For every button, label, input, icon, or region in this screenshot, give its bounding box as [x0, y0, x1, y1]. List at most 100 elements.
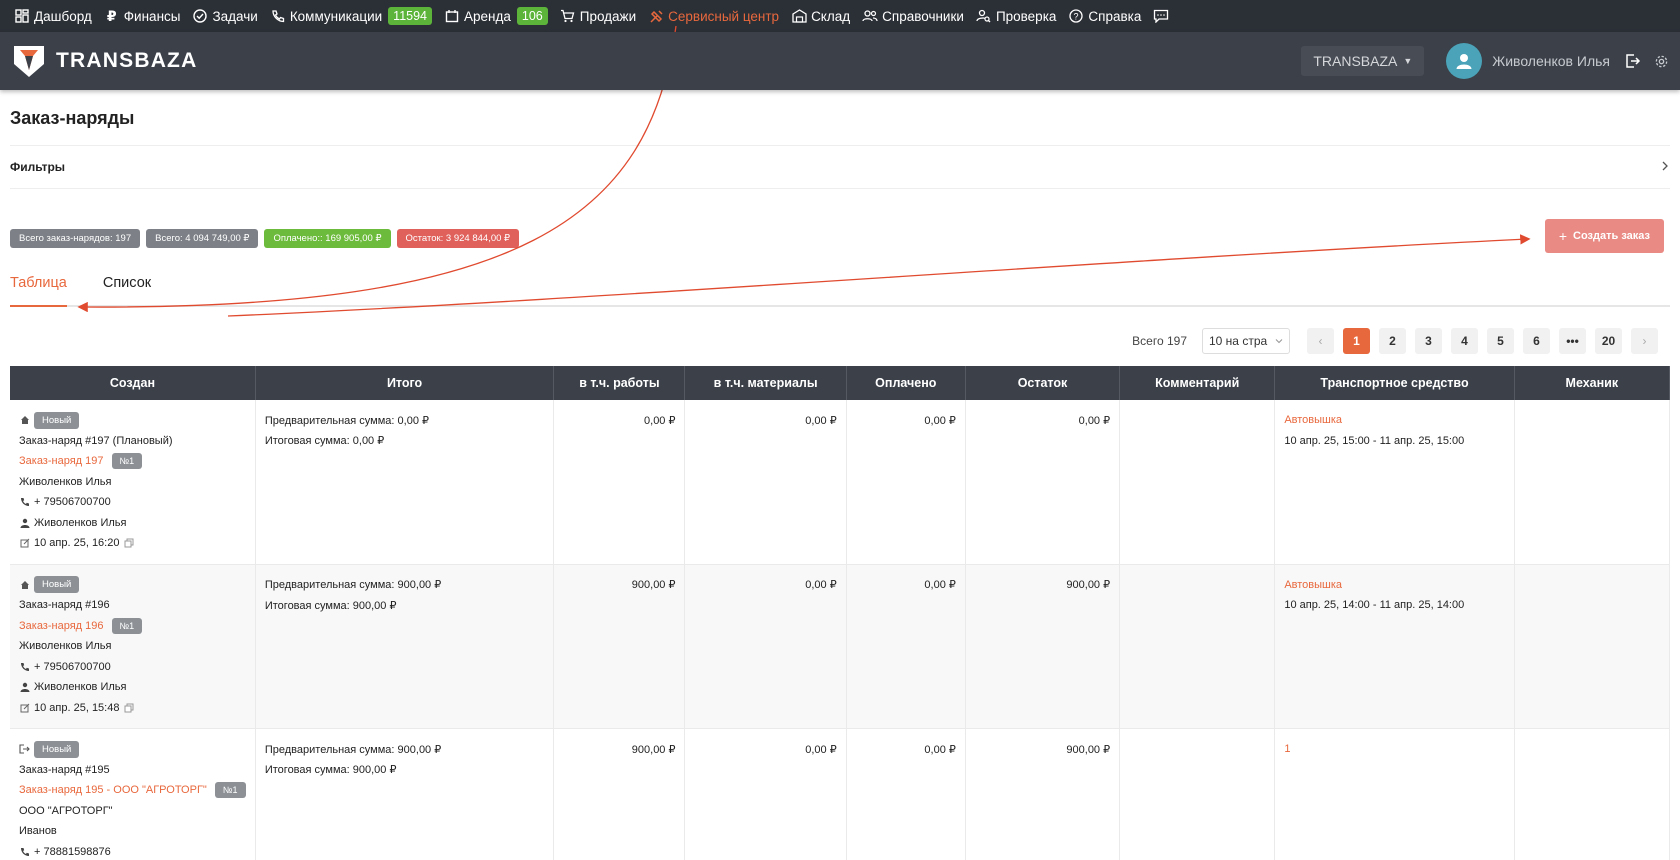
filters-label: Фильтры — [10, 160, 66, 174]
vehicle-link[interactable]: 1 — [1284, 743, 1290, 755]
user-search-icon — [976, 8, 992, 24]
prelim-sum: Предварительная сумма: 900,00 ₽ — [264, 743, 442, 756]
nav-help[interactable]: ? Справка — [1062, 0, 1147, 32]
prelim-sum: Предварительная сумма: 900,00 ₽ — [264, 579, 442, 592]
nav-references[interactable]: Справочники — [856, 0, 970, 32]
nav-chat[interactable] — [1147, 0, 1179, 32]
paid-value: 0,00 ₽ — [924, 414, 956, 427]
client-name: Живоленков Илья — [19, 475, 112, 488]
manager-name: Живоленков Илья — [34, 681, 127, 694]
phone-icon — [19, 497, 30, 508]
page-button[interactable]: 6 — [1523, 328, 1550, 354]
calendar-icon — [444, 8, 460, 24]
cart-icon — [560, 8, 576, 24]
order-link[interactable]: Заказ-наряд 195 - ООО "АГРОТОРГ" — [19, 784, 207, 796]
user-icon — [1456, 54, 1472, 69]
cell-total: Предварительная сумма: 900,00 ₽ Итоговая… — [255, 564, 555, 729]
cell-materials: 0,00 ₽ — [684, 400, 847, 565]
nav-label: Задачи — [212, 8, 258, 24]
chevron-down-icon — [1275, 334, 1283, 348]
view-tabs: Таблица Список — [10, 275, 1670, 307]
paid-value: 0,00 ₽ — [924, 579, 956, 592]
company-select[interactable]: TRANSBAZA ▼ — [1301, 46, 1425, 76]
logout-icon[interactable] — [1624, 52, 1642, 70]
table-row[interactable]: Новый Заказ-наряд #197 (Плановый) Заказ-… — [10, 400, 1671, 565]
page-button[interactable]: 20 — [1595, 328, 1622, 354]
nav-service-center[interactable]: Сервисный центр — [642, 0, 785, 32]
col-header[interactable]: в т.ч. материалы — [684, 366, 847, 400]
phone-number: + 79506700700 — [34, 660, 111, 673]
client-name: Живоленков Илья — [19, 640, 112, 653]
help-icon: ? — [1068, 8, 1084, 24]
main-content: Заказ-наряды Фильтры Всего заказ-нарядов… — [0, 90, 1680, 860]
col-header[interactable]: Создан — [10, 366, 256, 400]
phone-icon — [19, 661, 30, 672]
cell-total: Предварительная сумма: 900,00 ₽ Итоговая… — [255, 728, 555, 860]
manager-name: Живоленков Илья — [34, 516, 127, 529]
dashboard-icon — [14, 8, 30, 24]
prev-page-button[interactable]: ‹ — [1307, 328, 1334, 354]
nav-dashboard[interactable]: Дашборд — [8, 0, 98, 32]
tab-table[interactable]: Таблица — [10, 275, 67, 307]
create-order-label: Создать заказ — [1573, 230, 1650, 242]
order-link[interactable]: Заказ-наряд 196 — [19, 620, 104, 632]
cell-remaining: 0,00 ₽ — [965, 400, 1121, 565]
order-number-badge: №1 — [214, 782, 246, 799]
page-button[interactable]: 4 — [1451, 328, 1478, 354]
works-value: 0,00 ₽ — [644, 414, 676, 427]
next-page-button[interactable]: › — [1631, 328, 1658, 354]
page-button[interactable]: 1 — [1343, 328, 1370, 354]
col-header[interactable]: Комментарий — [1119, 366, 1276, 400]
chevron-right-icon — [1660, 160, 1670, 174]
nav-tasks[interactable]: Задачи — [186, 0, 263, 32]
table-row[interactable]: Новый Заказ-наряд #195 Заказ-наряд 195 -… — [10, 728, 1671, 860]
copy-icon[interactable] — [123, 538, 134, 549]
logo[interactable]: TRANSBAZA — [10, 42, 197, 80]
settings-gear-icon[interactable] — [1652, 52, 1670, 70]
col-header[interactable]: в т.ч. работы — [553, 366, 686, 400]
nav-label: Справка — [1088, 8, 1142, 24]
chat-icon — [1153, 8, 1169, 24]
person-icon — [19, 682, 30, 693]
pagination: Всего 197 10 на стра ‹ 1 2 3 4 5 6 ••• 2… — [10, 327, 1658, 355]
cell-works: 0,00 ₽ — [553, 400, 686, 565]
vehicle-link[interactable]: Автовышка — [1284, 579, 1342, 591]
order-name: Заказ-наряд #195 — [19, 763, 110, 776]
nav-warehouse[interactable]: Склад — [785, 0, 856, 32]
phone-number: + 78881598876 — [34, 845, 111, 858]
final-sum: Итоговая сумма: 900,00 ₽ — [264, 764, 397, 777]
nav-sales[interactable]: Продажи — [554, 0, 642, 32]
avatar[interactable] — [1446, 43, 1483, 79]
nav-label: Финансы — [123, 8, 181, 24]
vehicle-link[interactable]: Автовышка — [1284, 414, 1342, 426]
nav-rent[interactable]: Аренда 106 — [438, 0, 554, 32]
cell-comment — [1119, 728, 1276, 860]
page-ellipsis[interactable]: ••• — [1559, 328, 1586, 354]
cell-remaining: 900,00 ₽ — [965, 564, 1121, 729]
page-button[interactable]: 5 — [1487, 328, 1514, 354]
col-header[interactable]: Оплачено — [846, 366, 966, 400]
brand-name: TRANSBAZA — [56, 49, 198, 72]
col-header[interactable]: Транспортное средство — [1274, 366, 1515, 400]
ruble-icon: ₽ — [106, 7, 117, 24]
company-name: TRANSBAZA — [1313, 53, 1398, 69]
nav-finance[interactable]: ₽ Финансы — [98, 0, 187, 32]
nav-check[interactable]: Проверка — [970, 0, 1062, 32]
phone-icon — [19, 846, 30, 857]
user-name[interactable]: Живоленков Илья — [1492, 53, 1610, 69]
col-header[interactable]: Итого — [255, 366, 555, 400]
cell-created: Новый Заказ-наряд #195 Заказ-наряд 195 -… — [10, 728, 256, 860]
cell-paid: 0,00 ₽ — [846, 400, 966, 565]
page-button[interactable]: 2 — [1379, 328, 1406, 354]
page-button[interactable]: 3 — [1415, 328, 1442, 354]
tab-list[interactable]: Список — [103, 275, 151, 305]
copy-icon[interactable] — [123, 702, 134, 713]
create-order-button[interactable]: + Создать заказ — [1544, 219, 1664, 253]
filters-toggle[interactable]: Фильтры — [10, 146, 1670, 189]
per-page-select[interactable]: 10 на стра — [1202, 328, 1290, 354]
col-header[interactable]: Остаток — [965, 366, 1121, 400]
table-row[interactable]: Новый Заказ-наряд #196 Заказ-наряд 196 №1… — [10, 564, 1671, 729]
col-header[interactable]: Механик — [1514, 366, 1671, 400]
order-link[interactable]: Заказ-наряд 197 — [19, 455, 104, 467]
nav-communications[interactable]: Коммуникации 11594 — [264, 0, 438, 32]
